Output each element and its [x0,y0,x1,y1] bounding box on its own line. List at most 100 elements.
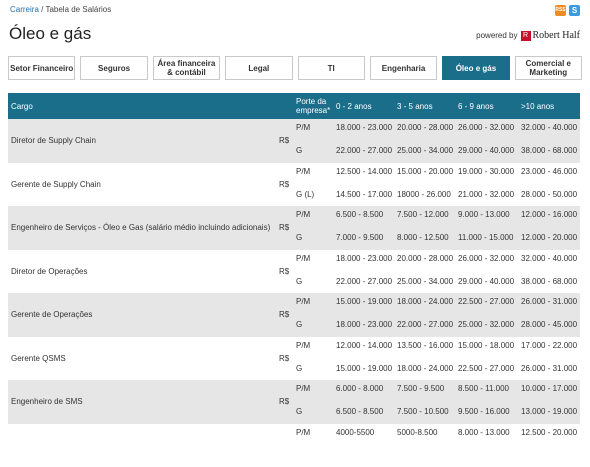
salary-cell: G [296,146,302,155]
share-icons: RSS S [555,5,580,16]
powered-by: powered by R Robert Half [476,30,580,41]
salary-cell: 32.000 - 40.000 [521,254,577,263]
salary-cell: 7.500 - 12.000 [397,210,449,219]
salary-cell: 18.000 - 24.000 [397,364,453,373]
salary-cell: 18.000 - 23.000 [336,320,392,329]
header-0-2: 0 - 2 anos [336,93,372,119]
salary-cell: 18.000 - 24.000 [397,297,453,306]
salary-cell: 22.000 - 27.000 [336,277,392,286]
tab-3[interactable]: Legal [225,56,292,80]
salary-cell: P/M [296,210,310,219]
tab-7[interactable]: Comercial e Marketing [515,56,582,80]
header-3-5: 3 - 5 anos [397,93,433,119]
table-row: Gerente de Supply ChainR$P/M12.500 - 14.… [8,163,580,207]
tab-6[interactable]: Óleo e gás [442,56,509,80]
table-row: Diretor de OperaçõesR$P/M18.000 - 23.000… [8,250,580,294]
rss-icon[interactable]: RSS [555,5,566,16]
currency-cell: R$ [279,250,289,294]
salary-cell: 8.500 - 11.000 [458,384,509,393]
salary-cell: 4000-5500 [336,428,374,437]
salary-cell: 38.000 - 68.000 [521,146,577,155]
tab-5[interactable]: Engenharia [370,56,437,80]
tab-2[interactable]: Área financeira & contábil [153,56,220,80]
salary-cell: G [296,277,302,286]
page: Carreira / Tabela de Salários RSS S Óleo… [0,0,590,443]
salary-cell: 5000-8.500 [397,428,437,437]
salary-cell: 6.500 - 8.500 [336,407,383,416]
currency-cell: R$ [279,119,289,163]
currency-cell: R$ [279,206,289,250]
salary-cell: 32.000 - 40.000 [521,123,577,132]
table-row: Diretor de Supply ChainR$P/M18.000 - 23.… [8,119,580,163]
salary-cell: 15.000 - 20.000 [397,167,453,176]
salary-cell: 26.000 - 32.000 [458,254,514,263]
salary-cell: 15.000 - 19.000 [336,297,392,306]
salary-cell: 19.000 - 30.000 [458,167,514,176]
header-porte: Porte da empresa* [296,93,336,119]
salary-cell: 25.000 - 34.000 [397,277,453,286]
robert-half-brand: Robert Half [533,30,581,41]
salary-cell: 25.000 - 34.000 [397,146,453,155]
salary-cell: G [296,364,302,373]
salary-cell: 29.000 - 40.000 [458,277,514,286]
cargo-cell: Gerente de Operações [11,293,281,337]
robert-half-mark-icon: R [521,31,531,41]
salary-cell: G [296,407,302,416]
robert-half-logo[interactable]: R Robert Half [521,30,581,41]
salary-cell: P/M [296,428,310,437]
table-row: Gerente QSMSR$P/M12.000 - 14.00013.500 -… [8,337,580,381]
cargo-cell [11,424,281,467]
salary-cell: 15.000 - 18.000 [458,341,514,350]
salary-cell: 15.000 - 19.000 [336,364,392,373]
salary-cell: 28.000 - 45.000 [521,320,577,329]
salary-cell: 12.500 - 14.000 [336,167,392,176]
salary-cell: 8.000 - 13.000 [458,428,510,437]
skype-icon[interactable]: S [569,5,580,16]
sector-tabs: Setor FinanceiroSegurosÁrea financeira &… [8,56,582,80]
salary-cell: 20.000 - 28.000 [397,123,453,132]
salary-cell: 21.000 - 32.000 [458,190,514,199]
salary-cell: P/M [296,123,310,132]
table-row: Engenheiro de Serviços - Óleo e Gas (sal… [8,206,580,250]
salary-cell: 12.000 - 20.000 [521,233,577,242]
tab-4[interactable]: TI [298,56,365,80]
salary-cell: 8.000 - 12.500 [397,233,449,242]
header-10-plus: >10 anos [521,93,554,119]
currency-cell: R$ [279,163,289,207]
salary-cell: 18.000 - 23.000 [336,254,392,263]
tab-0[interactable]: Setor Financeiro [8,56,75,80]
salary-cell: P/M [296,297,310,306]
salary-cell: 7.500 - 10.500 [397,407,449,416]
salary-cell: 25.000 - 32.000 [458,320,514,329]
salary-cell: 11.000 - 15.000 [458,233,513,242]
salary-cell: 22.500 - 27.000 [458,364,514,373]
tab-1[interactable]: Seguros [80,56,147,80]
salary-table: Cargo Porte da empresa* 0 - 2 anos 3 - 5… [8,93,580,467]
salary-cell: 22.000 - 27.000 [336,146,392,155]
cargo-cell: Gerente QSMS [11,337,281,381]
cargo-cell: Diretor de Operações [11,250,281,294]
page-title: Óleo e gás [9,24,91,44]
salary-cell: 13.500 - 16.000 [397,341,453,350]
salary-cell: 20.000 - 28.000 [397,254,453,263]
salary-cell: 7.500 - 9.500 [397,384,444,393]
salary-cell: 13.000 - 19.000 [521,407,577,416]
salary-cell: P/M [296,167,310,176]
breadcrumb-link-carreira[interactable]: Carreira [10,5,39,14]
salary-cell: G [296,233,302,242]
salary-cell: 12.000 - 14.000 [336,341,392,350]
salary-cell: 18.000 - 23.000 [336,123,392,132]
salary-cell: 22.500 - 27.000 [458,297,514,306]
salary-cell: 10.000 - 17.000 [521,384,577,393]
breadcrumb-current: Tabela de Salários [45,5,111,14]
header-6-9: 6 - 9 anos [458,93,494,119]
salary-cell: P/M [296,341,310,350]
currency-cell: R$ [279,293,289,337]
salary-cell: G (L) [296,190,314,199]
powered-by-text: powered by [476,31,517,40]
table-body: Diretor de Supply ChainR$P/M18.000 - 23.… [8,119,580,467]
salary-cell: 26.000 - 31.000 [521,364,577,373]
salary-cell: 29.000 - 40.000 [458,146,514,155]
currency-cell: R$ [279,380,289,424]
salary-cell: 6.500 - 8.500 [336,210,383,219]
